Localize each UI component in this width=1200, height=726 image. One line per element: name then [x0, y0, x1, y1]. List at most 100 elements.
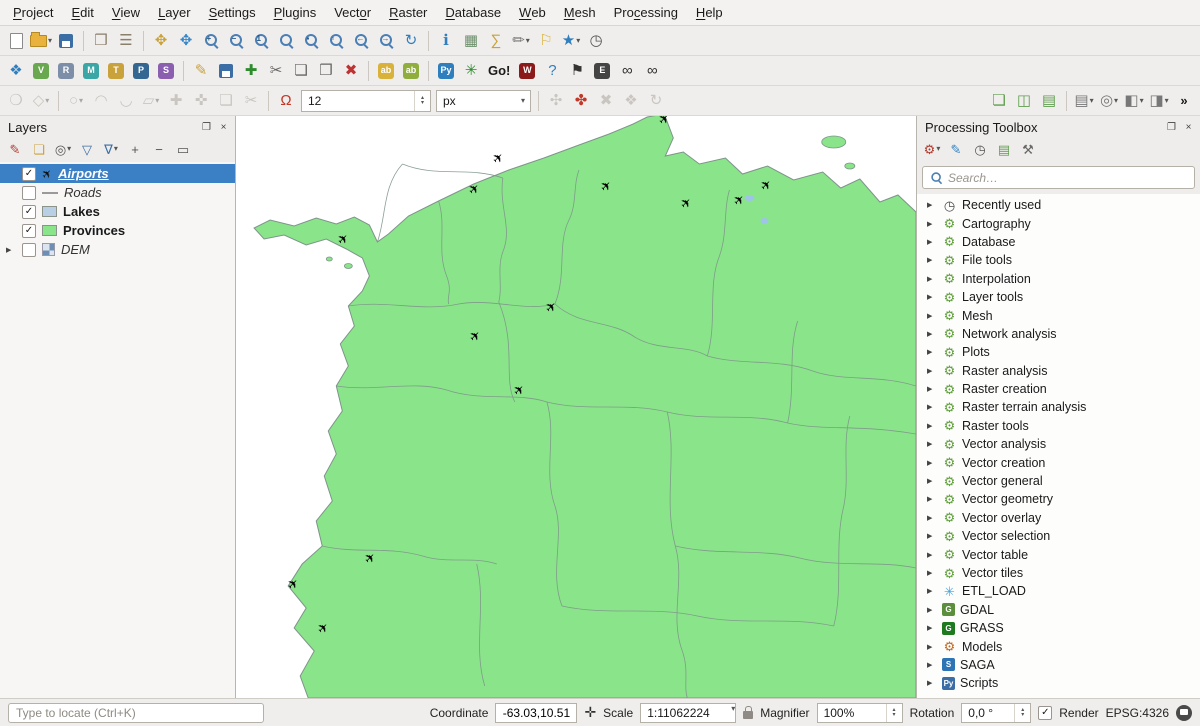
processing-options[interactable]: ⚒: [1017, 138, 1039, 160]
chevron-right-icon[interactable]: ▶: [927, 385, 937, 393]
airport-marker[interactable]: ✈: [758, 177, 775, 194]
toolbox-group-grass[interactable]: ▶GGRASS: [917, 619, 1200, 637]
go-button[interactable]: Go!: [484, 59, 514, 83]
add-postgis-layer[interactable]: P: [129, 59, 153, 83]
airport-marker[interactable]: ✈: [598, 178, 615, 195]
airport-marker[interactable]: ✈: [335, 231, 352, 248]
menu-help[interactable]: Help: [687, 0, 732, 25]
menu-web[interactable]: Web: [510, 0, 555, 25]
chevron-right-icon[interactable]: ▶: [927, 551, 937, 559]
add-delimited-text-layer[interactable]: T: [104, 59, 128, 83]
chevron-right-icon[interactable]: ▶: [927, 661, 937, 669]
airport-marker[interactable]: ✈: [656, 116, 673, 127]
zoom-in[interactable]: +: [199, 29, 223, 53]
label-font-size-spin[interactable]: 12▴▾: [301, 90, 431, 112]
chevron-right-icon[interactable]: ▶: [927, 587, 937, 595]
airport-marker[interactable]: ✈: [678, 195, 695, 212]
menu-project[interactable]: Project: [4, 0, 62, 25]
toolbox-group-database[interactable]: ▶⚙Database: [917, 233, 1200, 251]
edit-features-in-place[interactable]: ✎: [945, 138, 967, 160]
expand-all[interactable]: +: [124, 138, 146, 160]
plugin-button[interactable]: ✳: [459, 59, 483, 83]
menu-raster[interactable]: Raster: [380, 0, 436, 25]
menu-processing[interactable]: Processing: [605, 0, 687, 25]
show-layout-manager[interactable]: ☰: [114, 29, 138, 53]
decorations-menu[interactable]: ◧▾: [1122, 89, 1146, 113]
open-attribute-table[interactable]: ▦: [459, 29, 483, 53]
glasses-plugin-2[interactable]: ∞: [640, 59, 664, 83]
refresh-map[interactable]: ↻: [399, 29, 423, 53]
add-spatialite-layer[interactable]: S: [154, 59, 178, 83]
chevron-right-icon[interactable]: ▶: [927, 275, 937, 283]
menu-mesh[interactable]: Mesh: [555, 0, 605, 25]
toolbox-group-vector-selection[interactable]: ▶⚙Vector selection: [917, 527, 1200, 545]
cut-features[interactable]: ✂: [264, 59, 288, 83]
glasses-plugin-1[interactable]: ∞: [615, 59, 639, 83]
chevron-right-icon[interactable]: ▶: [927, 495, 937, 503]
chevron-right-icon[interactable]: ▶: [927, 514, 937, 522]
toolbox-group-vector-general[interactable]: ▶⚙Vector general: [917, 472, 1200, 490]
new-spatial-bookmark[interactable]: ★▾: [559, 29, 583, 53]
toolbox-group-vector-geometry[interactable]: ▶⚙Vector geometry: [917, 490, 1200, 508]
chevron-right-icon[interactable]: ▶: [927, 220, 937, 228]
save-layer-edits[interactable]: [214, 59, 238, 83]
layer-visibility-checkbox[interactable]: [22, 186, 36, 200]
chevron-right-icon[interactable]: ▶: [927, 201, 937, 209]
chevron-right-icon[interactable]: ▶: [927, 348, 937, 356]
locate-input[interactable]: [8, 703, 264, 723]
scale-combo[interactable]: 1:11062224 ▾: [640, 703, 736, 723]
bug-reporter-plugin[interactable]: ⚑: [565, 59, 589, 83]
collapse-all[interactable]: −: [148, 138, 170, 160]
chevron-right-icon[interactable]: ▶: [927, 403, 937, 411]
menu-vector[interactable]: Vector: [325, 0, 380, 25]
help-plugin[interactable]: ?: [540, 59, 564, 83]
toolbox-group-saga[interactable]: ▶SSAGA: [917, 656, 1200, 674]
map-canvas[interactable]: ✈✈✈✈✈✈✈✈✈✈✈✈✈✈: [236, 116, 916, 698]
menu-plugins[interactable]: Plugins: [265, 0, 326, 25]
map-theme-menu[interactable]: ▤▾: [1072, 89, 1096, 113]
toolbar-overflow[interactable]: »: [1172, 89, 1196, 113]
menu-settings[interactable]: Settings: [200, 0, 265, 25]
chevron-right-icon[interactable]: ▶: [927, 256, 937, 264]
crs-button[interactable]: EPSG:4326: [1106, 706, 1169, 720]
chevron-right-icon[interactable]: ▶: [927, 532, 937, 540]
models-menu[interactable]: ⚙▾: [921, 138, 943, 160]
measure[interactable]: ✏▾: [509, 29, 533, 53]
float-panel-icon[interactable]: ❐: [199, 120, 214, 135]
zoom-full[interactable]: [274, 29, 298, 53]
toolbox-group-etl-load[interactable]: ▶✳ETL_LOAD: [917, 582, 1200, 600]
layer-visibility-checkbox[interactable]: ✓: [22, 224, 36, 238]
airport-marker[interactable]: ✈: [315, 620, 332, 637]
save-project[interactable]: [54, 29, 78, 53]
chevron-right-icon[interactable]: ▶: [927, 367, 937, 375]
spinner-arrows-icon[interactable]: ▴▾: [886, 704, 902, 722]
manage-map-themes[interactable]: ◎▾: [52, 138, 74, 160]
toolbox-group-vector-table[interactable]: ▶⚙Vector table: [917, 545, 1200, 563]
toolbox-group-vector-overlay[interactable]: ▶⚙Vector overlay: [917, 509, 1200, 527]
airport-marker[interactable]: ✈: [467, 328, 484, 345]
new-print-layout[interactable]: ❒: [89, 29, 113, 53]
toolbox-group-mesh[interactable]: ▶⚙Mesh: [917, 306, 1200, 324]
airport-marker[interactable]: ✈: [543, 299, 560, 316]
menu-view[interactable]: View: [103, 0, 149, 25]
identify-features[interactable]: ℹ: [434, 29, 458, 53]
toolbox-group-file-tools[interactable]: ▶⚙File tools: [917, 251, 1200, 269]
snapping-magnet[interactable]: Ω: [274, 89, 298, 113]
menu-layer[interactable]: Layer: [149, 0, 200, 25]
toolbox-group-network-analysis[interactable]: ▶⚙Network analysis: [917, 325, 1200, 343]
spinner-arrows-icon[interactable]: ▴▾: [1014, 704, 1030, 722]
zoom-out[interactable]: −: [224, 29, 248, 53]
new-3d-map-view[interactable]: ◫: [1012, 89, 1036, 113]
messages-icon[interactable]: [1176, 705, 1192, 721]
toolbox-group-raster-analysis[interactable]: ▶⚙Raster analysis: [917, 362, 1200, 380]
highlight-labels[interactable]: ✤: [569, 89, 593, 113]
chevron-right-icon[interactable]: ▶: [927, 293, 937, 301]
spinner-arrows-icon[interactable]: ▴▾: [414, 91, 430, 111]
filter-legend[interactable]: ▽: [76, 138, 98, 160]
layer-visibility-checkbox[interactable]: [22, 243, 36, 257]
toolbox-group-raster-creation[interactable]: ▶⚙Raster creation: [917, 380, 1200, 398]
coordinate-input[interactable]: [495, 703, 577, 723]
chevron-right-icon[interactable]: ▶: [927, 643, 937, 651]
chevron-right-icon[interactable]: ▶: [927, 422, 937, 430]
chevron-right-icon[interactable]: ▶: [6, 246, 11, 254]
